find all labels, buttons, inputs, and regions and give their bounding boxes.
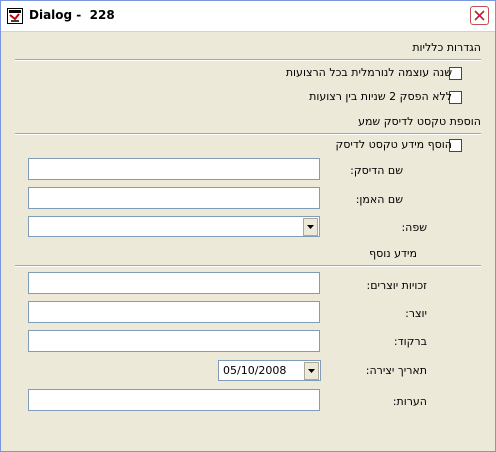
title-bar[interactable]: Dialog - 228 [1,1,495,32]
close-icon [474,10,485,21]
app-icon [7,8,23,24]
cd-text-heading: הוספת טקסט לדיסק שמע [358,115,481,128]
creation-date-picker[interactable]: 05/10/2008 [218,360,321,381]
chevron-down-icon [307,225,314,229]
disc-name-input[interactable] [28,158,320,180]
notes-input[interactable] [28,389,320,411]
no-gap-label: ללא הפסק 2 שניות בין רצועות [309,90,452,103]
dialog-window: Dialog - 228 הגדרות כלליות שנה עוצמה לנו… [0,0,496,452]
creation-date-label: תאריך יצירה: [365,364,427,377]
additional-info-separator [15,265,481,267]
disc-name-label: שם הדיסק: [350,164,403,177]
date-dropdown-button[interactable] [304,362,319,380]
close-button[interactable] [470,6,489,25]
language-select[interactable] [28,216,320,237]
general-settings-heading: הגדרות כלליות [412,41,481,54]
notes-label: הערות: [392,395,427,408]
add-cd-text-label: הוסף מידע טקסט לדיסק [335,138,452,151]
creator-label: יוצר: [405,307,427,320]
window-title: Dialog - 228 [29,8,115,22]
copyright-label: זכויות יוצרים: [366,279,427,292]
artist-name-label: שם האמן: [355,193,403,206]
normalize-volume-label: שנה עוצמה לנורמלית בכל הרצועות [285,66,452,79]
creation-date-value: 05/10/2008 [223,364,287,377]
artist-name-input[interactable] [28,187,320,209]
language-label: שפה: [401,221,427,234]
additional-info-heading: מידע נוסף [369,247,417,260]
barcode-input[interactable] [28,330,320,352]
general-settings-separator [15,59,481,61]
language-dropdown-button[interactable] [303,218,318,236]
chevron-down-icon [308,369,315,373]
dialog-body: הגדרות כלליות שנה עוצמה לנורמלית בכל הרצ… [1,32,495,451]
creator-input[interactable] [28,301,320,323]
copyright-input[interactable] [28,272,320,294]
barcode-label: ברקוד: [393,335,427,348]
cd-text-separator [15,133,481,135]
